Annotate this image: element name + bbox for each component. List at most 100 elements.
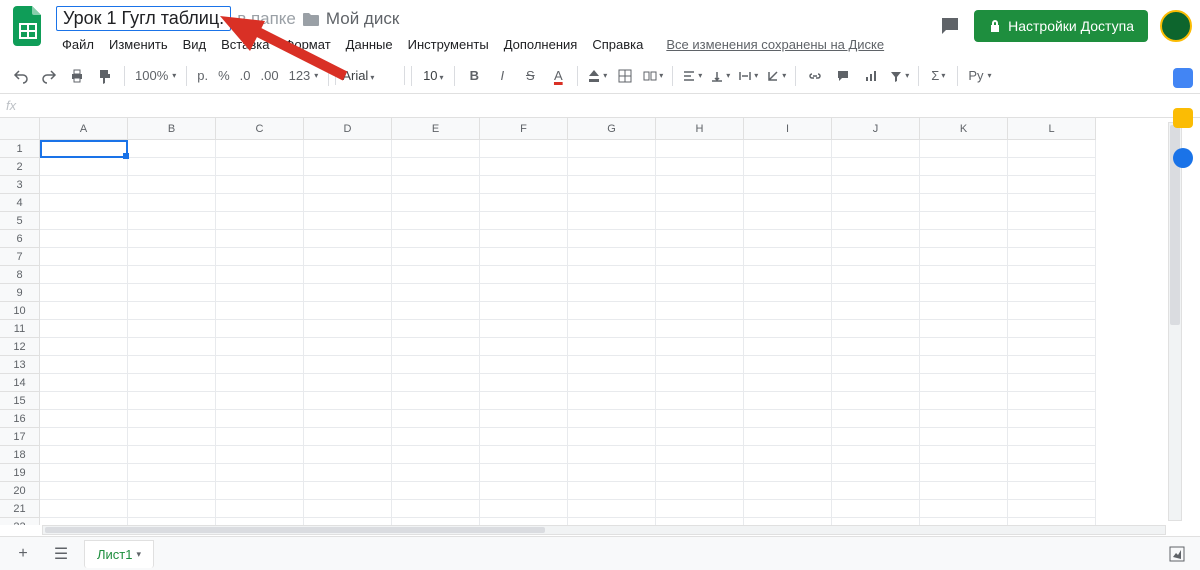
row-header[interactable]: 13 [0,356,40,374]
cell[interactable] [480,482,568,500]
select-all-corner[interactable] [0,118,40,140]
zoom-select[interactable]: 100% [131,68,180,83]
cell[interactable] [1008,464,1096,482]
text-rotation-button[interactable] [763,63,789,89]
cell[interactable] [656,284,744,302]
cell[interactable] [744,158,832,176]
cell[interactable] [656,518,744,525]
cell[interactable] [480,500,568,518]
menu-edit[interactable]: Изменить [103,35,174,54]
cell[interactable] [392,302,480,320]
cell[interactable] [40,374,128,392]
menu-addons[interactable]: Дополнения [498,35,584,54]
redo-icon[interactable] [36,63,62,89]
cell[interactable] [568,194,656,212]
cell[interactable] [304,374,392,392]
cell[interactable] [128,410,216,428]
cell[interactable] [656,392,744,410]
insert-chart-button[interactable] [858,63,884,89]
row-header[interactable]: 1 [0,140,40,158]
row-header[interactable]: 21 [0,500,40,518]
row-header[interactable]: 8 [0,266,40,284]
cell[interactable] [832,212,920,230]
cell[interactable] [568,374,656,392]
cell[interactable] [480,176,568,194]
menu-format[interactable]: Формат [278,35,336,54]
cell[interactable] [656,374,744,392]
cell[interactable] [392,284,480,302]
calendar-sidepanel-icon[interactable] [1173,68,1193,88]
column-header[interactable]: B [128,118,216,140]
cell[interactable] [216,194,304,212]
cell[interactable] [216,500,304,518]
share-button[interactable]: Настройки Доступа [974,10,1148,42]
row-header[interactable]: 19 [0,464,40,482]
cell[interactable] [40,410,128,428]
cell[interactable] [128,248,216,266]
cell[interactable] [40,194,128,212]
cell[interactable] [304,284,392,302]
cell[interactable] [920,212,1008,230]
cell[interactable] [920,320,1008,338]
cell[interactable] [1008,518,1096,525]
cell[interactable] [656,338,744,356]
cell[interactable] [744,410,832,428]
column-header[interactable]: D [304,118,392,140]
cell[interactable] [392,230,480,248]
insert-link-button[interactable] [802,63,828,89]
row-header[interactable]: 12 [0,338,40,356]
cell[interactable] [40,176,128,194]
cell[interactable] [480,194,568,212]
row-header[interactable]: 10 [0,302,40,320]
cell[interactable] [1008,356,1096,374]
cell[interactable] [1008,338,1096,356]
cell[interactable] [392,518,480,525]
cell[interactable] [392,320,480,338]
row-header[interactable]: 5 [0,212,40,230]
explore-button[interactable] [1162,541,1192,567]
cell[interactable] [744,464,832,482]
cell[interactable] [832,482,920,500]
cell[interactable] [656,410,744,428]
cell[interactable] [40,284,128,302]
cell[interactable] [656,356,744,374]
cell[interactable] [832,302,920,320]
column-header[interactable]: E [392,118,480,140]
number-format-menu[interactable]: 123 [285,68,323,83]
cell[interactable] [392,194,480,212]
font-select[interactable]: Arial [335,66,405,85]
cell[interactable] [832,464,920,482]
cell[interactable] [304,356,392,374]
cell[interactable] [1008,212,1096,230]
cell[interactable] [744,356,832,374]
folder-name[interactable]: Мой диск [326,9,399,29]
cell[interactable] [920,410,1008,428]
cell[interactable] [216,320,304,338]
row-header[interactable]: 2 [0,158,40,176]
cell[interactable] [480,428,568,446]
cell[interactable] [128,176,216,194]
menu-insert[interactable]: Вставка [215,35,275,54]
cell[interactable] [392,338,480,356]
cell[interactable] [568,356,656,374]
decrease-decimal-button[interactable]: .0 [236,68,255,83]
cell[interactable] [744,284,832,302]
cell[interactable] [744,212,832,230]
cell[interactable] [480,284,568,302]
cell[interactable] [128,482,216,500]
cell[interactable] [1008,266,1096,284]
cell[interactable] [744,302,832,320]
cell[interactable] [480,140,568,158]
text-color-button[interactable]: A [545,63,571,89]
cell[interactable] [216,374,304,392]
cell[interactable] [128,158,216,176]
cell[interactable] [568,464,656,482]
cell[interactable] [1008,284,1096,302]
cell[interactable] [568,284,656,302]
cell[interactable] [392,356,480,374]
cell[interactable] [1008,446,1096,464]
cell[interactable] [744,140,832,158]
cell[interactable] [832,500,920,518]
cell[interactable] [480,518,568,525]
cell[interactable] [744,518,832,525]
